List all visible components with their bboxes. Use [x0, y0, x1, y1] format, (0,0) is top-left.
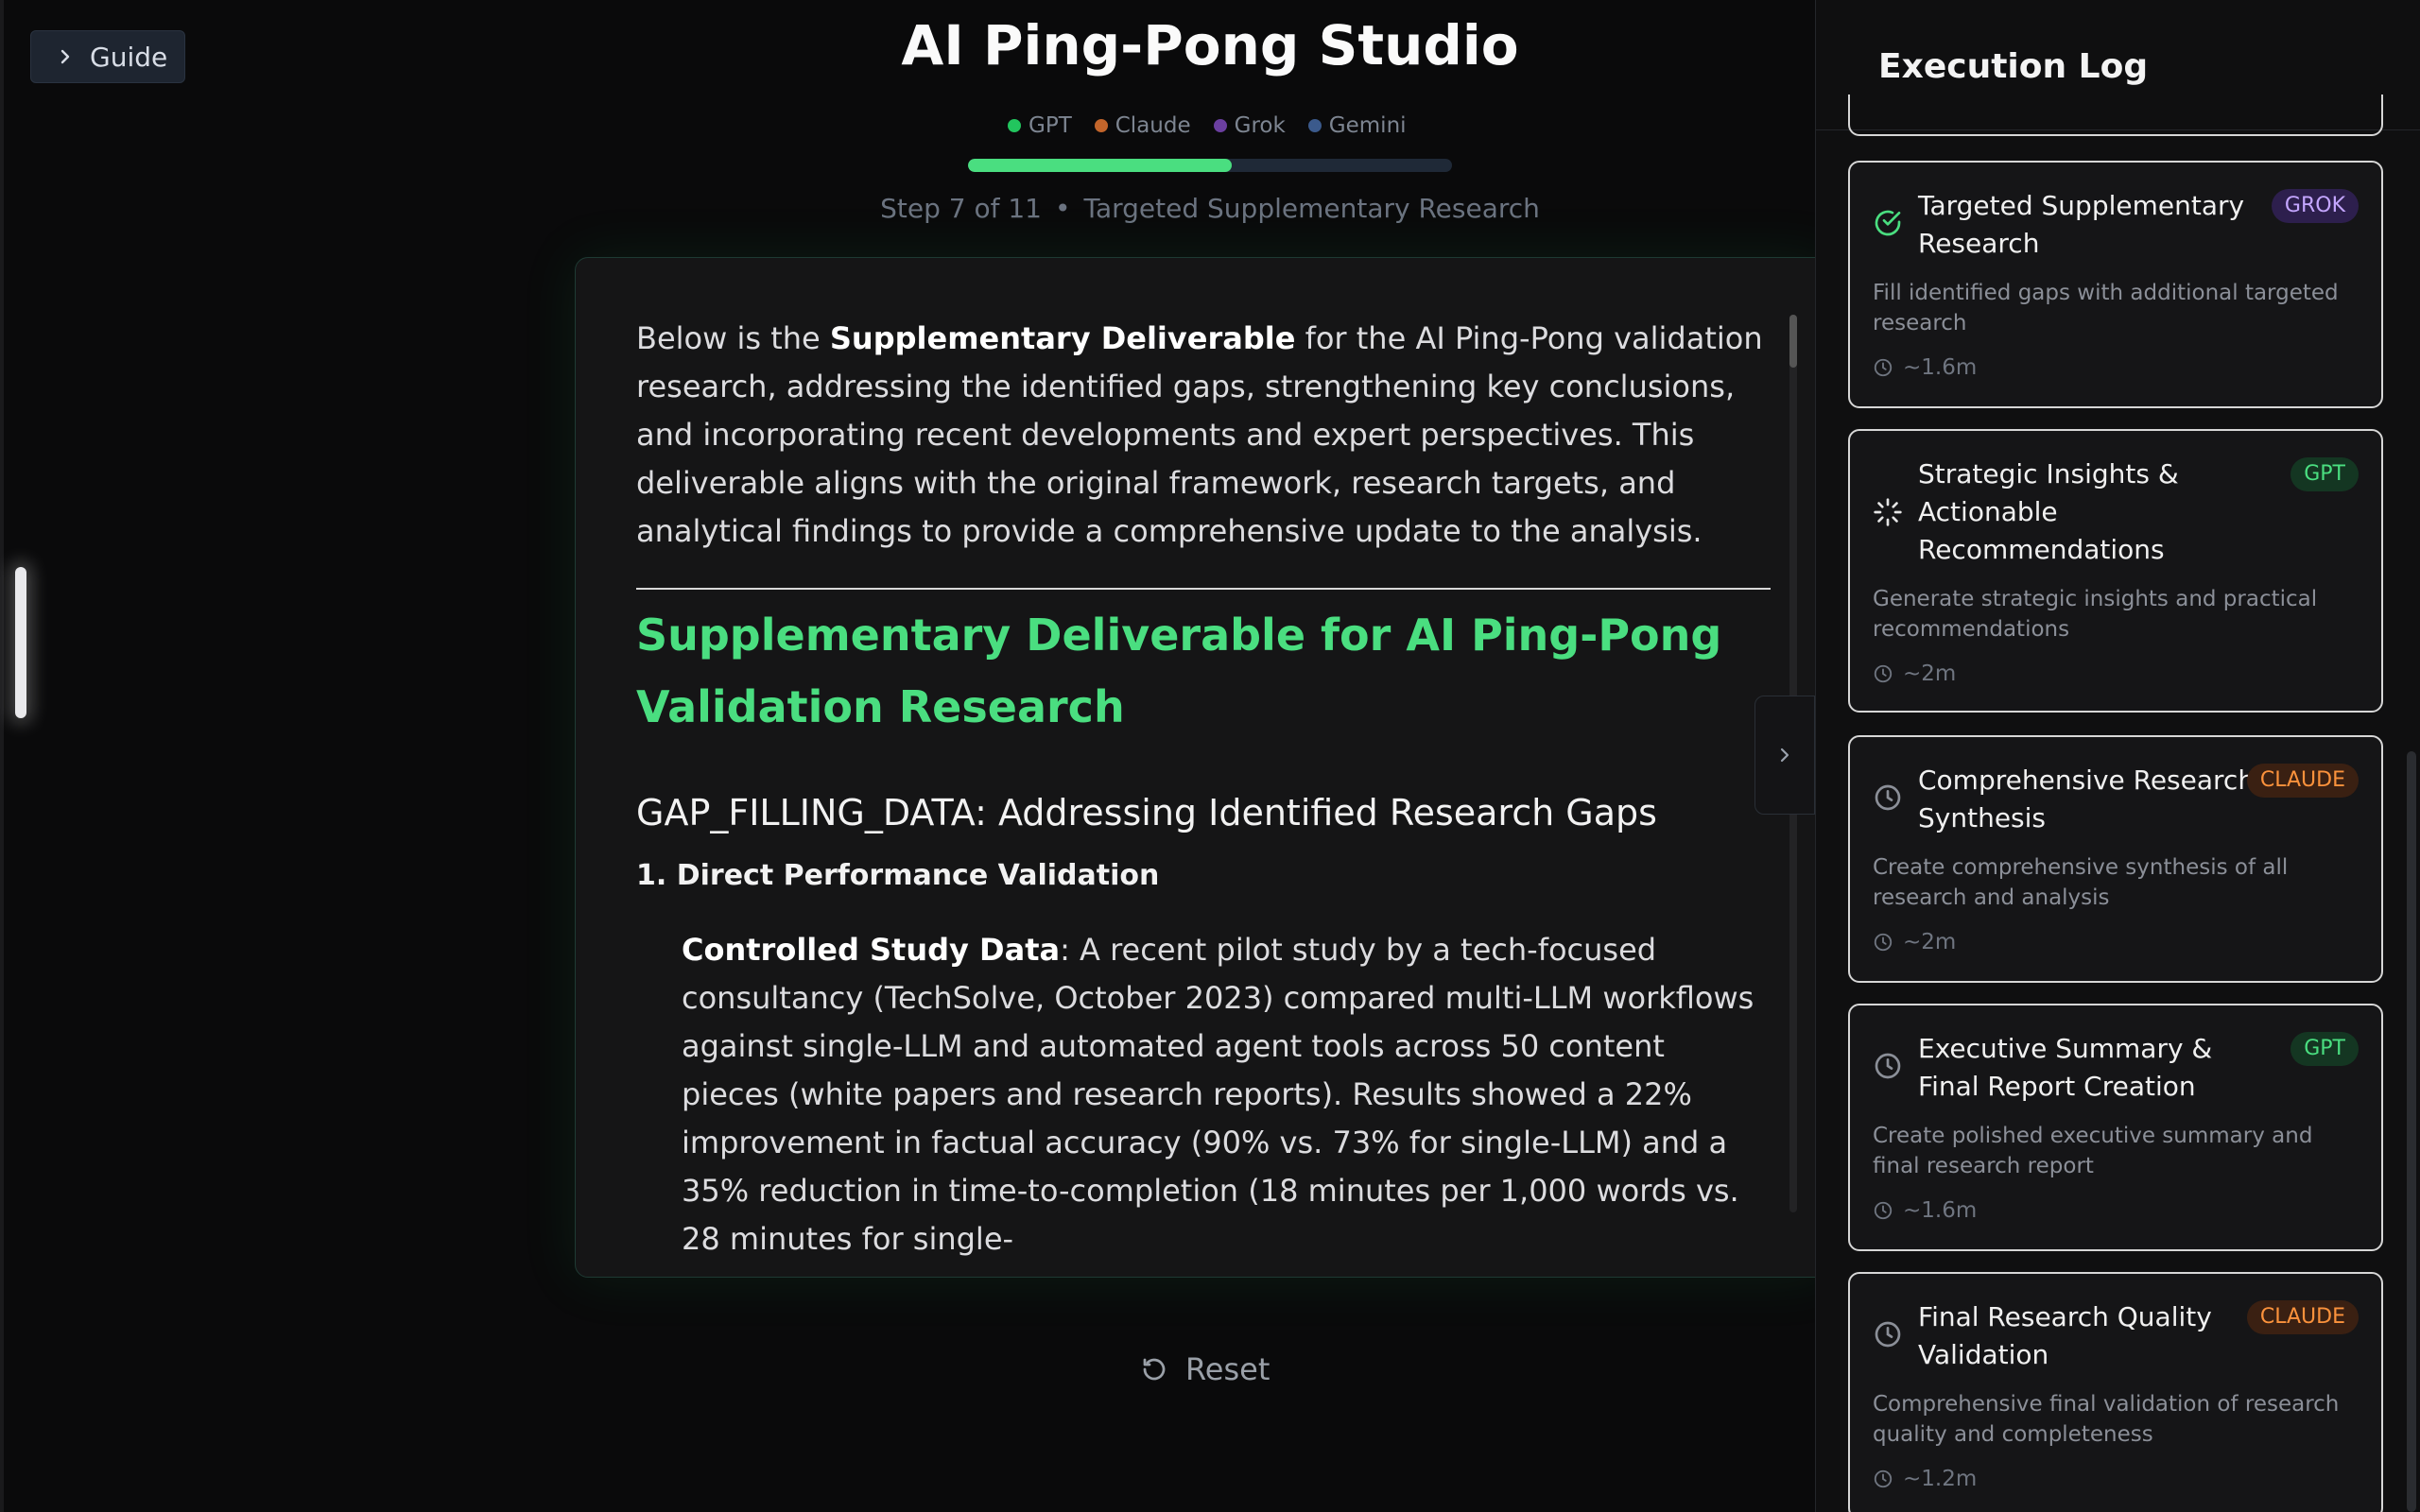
- reset-button[interactable]: Reset: [1140, 1351, 1270, 1387]
- log-item-time: ~1.6m: [1873, 1198, 1977, 1223]
- section-heading: GAP_FILLING_DATA: Addressing Identified …: [636, 792, 1657, 833]
- legend-dot: [1094, 119, 1108, 132]
- log-item-time: ~2m: [1873, 930, 1956, 954]
- reset-icon: [1143, 1358, 1166, 1381]
- model-legend: GPT Claude Grok Gemini: [1008, 113, 1407, 138]
- execution-log-sidebar: Execution Log Targeted Supplementary Res…: [1815, 0, 2420, 1512]
- log-item[interactable]: Strategic Insights & Actionable Recommen…: [1848, 429, 2383, 713]
- log-item[interactable]: Targeted Supplementary Research GROK Fil…: [1848, 161, 2383, 408]
- legend-label: GPT: [1028, 113, 1072, 138]
- study-text: : A recent pilot study by a tech-focused…: [682, 932, 1754, 1257]
- intro-paragraph: Below is the Supplementary Deliverable f…: [636, 315, 1771, 556]
- model-badge: GPT: [2290, 1032, 2359, 1066]
- legend-grok: Grok: [1213, 113, 1286, 138]
- sidebar-scrollbar[interactable]: [2407, 751, 2416, 1512]
- left-edge: [0, 0, 4, 1512]
- log-item-time-text: ~2m: [1903, 662, 1957, 686]
- subsection-heading: 1. Direct Performance Validation: [636, 859, 1160, 892]
- log-item-description: Create comprehensive synthesis of all re…: [1873, 855, 2289, 910]
- intro-text-pre: Below is the: [636, 320, 830, 356]
- model-badge: GROK: [2271, 189, 2359, 223]
- legend-gpt: GPT: [1008, 113, 1072, 138]
- reset-label: Reset: [1185, 1351, 1270, 1387]
- legend-dot: [1008, 119, 1021, 132]
- log-item-title: Comprehensive Research Synthesis: [1918, 765, 2256, 833]
- log-item-description: Create polished executive summary and fi…: [1873, 1124, 2313, 1178]
- clock-icon: [1874, 664, 1893, 683]
- log-item[interactable]: Executive Summary & Final Report Creatio…: [1848, 1004, 2383, 1251]
- log-item-time-text: ~1.6m: [1903, 355, 1978, 380]
- legend-dot: [1213, 119, 1227, 132]
- deliverable-card: Below is the Supplementary Deliverable f…: [575, 257, 1832, 1278]
- step-name: Targeted Supplementary Research: [1083, 193, 1540, 224]
- chevron-right-icon: [1780, 747, 1789, 763]
- log-item-time: ~2m: [1873, 662, 1956, 686]
- previous-log-card[interactable]: [1848, 94, 2383, 136]
- model-badge: CLAUDE: [2246, 1300, 2359, 1334]
- legend-gemini: Gemini: [1307, 113, 1407, 138]
- sidebar-toggle-button[interactable]: [1754, 696, 1815, 815]
- clock-icon: [1874, 1469, 1893, 1488]
- model-badge: CLAUDE: [2246, 764, 2359, 798]
- deliverable-heading: Supplementary Deliverable for AI Ping-Po…: [636, 610, 1722, 732]
- sidebar-title: Execution Log: [1878, 47, 2149, 86]
- legend-dot: [1307, 119, 1322, 132]
- step-count: Step 7 of 11: [880, 193, 1042, 224]
- left-resize-handle[interactable]: [15, 567, 26, 718]
- clock-icon: [1874, 933, 1893, 952]
- log-item[interactable]: Comprehensive Research Synthesis CLAUDE …: [1848, 735, 2383, 983]
- log-item-title: Executive Summary & Final Report Creatio…: [1918, 1033, 2213, 1102]
- legend-label: Gemini: [1328, 113, 1407, 138]
- log-item-description: Fill identified gaps with additional tar…: [1873, 281, 2339, 335]
- spinner-icon: [1874, 498, 1902, 526]
- clock-icon: [1874, 1201, 1893, 1220]
- study-label: Controlled Study Data: [682, 932, 1061, 968]
- step-separator: •: [1054, 193, 1071, 224]
- check-circle-icon: [1875, 210, 1901, 236]
- content-scrollbar-thumb[interactable]: [1789, 315, 1797, 368]
- deliverable-content: Below is the Supplementary Deliverable f…: [636, 315, 1771, 1263]
- progress-fill: [968, 159, 1233, 172]
- study-paragraph: Controlled Study Data: A recent pilot st…: [682, 926, 1771, 1263]
- model-badge: GPT: [2290, 457, 2359, 491]
- log-item-description: Generate strategic insights and practica…: [1873, 587, 2318, 642]
- legend-claude: Claude: [1094, 113, 1191, 138]
- legend-label: Claude: [1115, 113, 1191, 138]
- log-item[interactable]: Final Research Quality Validation CLAUDE…: [1848, 1272, 2383, 1512]
- progress-bar: [968, 159, 1452, 172]
- legend-label: Grok: [1234, 113, 1286, 138]
- divider: [636, 588, 1771, 590]
- log-item-time: ~1.6m: [1873, 355, 1977, 380]
- log-item-time-text: ~2m: [1903, 930, 1957, 954]
- clock-icon: [1875, 784, 1901, 811]
- clock-icon: [1875, 1053, 1901, 1079]
- log-item-time: ~1.2m: [1873, 1467, 1977, 1491]
- log-item-title: Targeted Supplementary Research: [1918, 190, 2245, 259]
- log-item-title: Final Research Quality Validation: [1918, 1301, 2212, 1370]
- intro-text-bold: Supplementary Deliverable: [829, 320, 1296, 356]
- clock-icon: [1874, 358, 1893, 377]
- log-item-time-text: ~1.6m: [1903, 1198, 1978, 1223]
- clock-icon: [1875, 1321, 1901, 1348]
- log-item-title: Strategic Insights & Actionable Recommen…: [1918, 458, 2179, 565]
- log-item-time-text: ~1.2m: [1903, 1467, 1978, 1491]
- log-item-description: Comprehensive final validation of resear…: [1873, 1392, 2340, 1447]
